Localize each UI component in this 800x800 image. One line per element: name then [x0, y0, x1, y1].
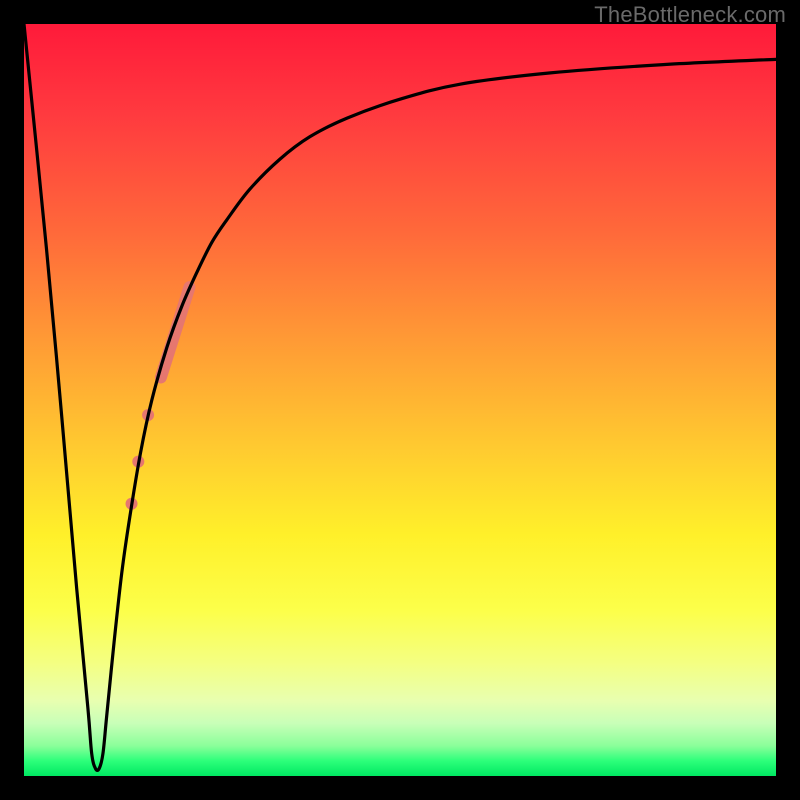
bottleneck-curve — [24, 24, 776, 770]
plot-area — [24, 24, 776, 776]
watermark-text: TheBottleneck.com — [594, 2, 786, 28]
chart-svg — [24, 24, 776, 776]
outer-frame: TheBottleneck.com — [0, 0, 800, 800]
